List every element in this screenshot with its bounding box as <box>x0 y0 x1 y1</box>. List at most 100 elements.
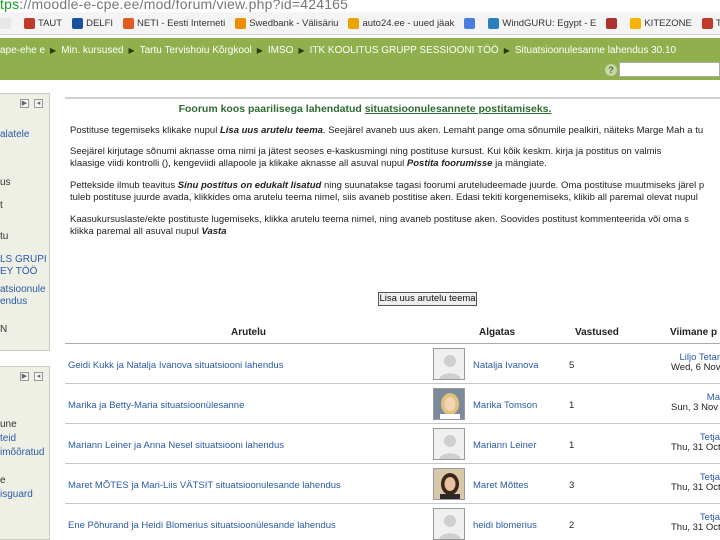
last-post-date-link[interactable]: Thu, 31 Oct <box>671 522 720 533</box>
bookmark-item[interactable] <box>606 17 620 29</box>
bookmark-item[interactable] <box>0 17 14 29</box>
bookmark-item[interactable]: DELFI <box>72 17 114 29</box>
add-discussion-button[interactable]: Lisa uus arutelu teema <box>378 292 477 306</box>
sidebar-item: t <box>0 200 3 211</box>
sidebar-item[interactable]: endus <box>0 296 27 307</box>
sidebar-item[interactable]: imõõratud <box>0 447 44 458</box>
breadcrumb-link[interactable]: ITK KOOLITUS GRUPP SESSIOONI TÖÖ <box>310 45 499 56</box>
intro-emphasis: Lisa uus arutelu teema <box>219 125 323 136</box>
intro-text: Postituse tegemiseks klikake nupul <box>70 125 218 136</box>
breadcrumb-link[interactable]: Tartu Tervishoiu Kõrgkool <box>140 45 252 56</box>
bookmark-favicon-icon <box>348 17 360 29</box>
replies-count: 1 <box>569 440 575 451</box>
bookmark-item[interactable]: Swedbank - Välisäriu <box>235 17 339 29</box>
breadcrumb: ape-ehe e ▶ Min. kursused ▶ Tartu Tervishoiu… <box>0 43 676 57</box>
intro-text: ja mängiate. <box>495 158 547 169</box>
bookmark-item[interactable]: auto24.ee - uued jäak <box>348 17 454 29</box>
last-post-date-link[interactable]: Thu, 31 Oct <box>671 482 720 493</box>
bookmark-label: TAUT <box>38 17 63 29</box>
sidebar-item: N <box>0 324 8 335</box>
bookmark-favicon-icon <box>123 17 135 29</box>
bookmark-favicon-icon <box>24 17 35 29</box>
block-hide-icon[interactable]: ▶ <box>20 99 29 108</box>
sidebar-item[interactable]: teid <box>0 433 16 444</box>
discussion-topic-link[interactable]: Geidi Kukk ja Natalja Ivanova situatsioo… <box>68 360 283 371</box>
table-row: Geidi Kukk ja Natalja Ivanova situatsioo… <box>65 344 720 384</box>
bookmark-label: DELFI <box>86 17 114 29</box>
breadcrumb-link[interactable]: Situatsioonulesanne lahendus 30.10 <box>515 45 676 56</box>
sidebar-item: tu <box>0 231 9 242</box>
intro-text: Pettekside ilmub teavitus <box>70 180 176 191</box>
breadcrumb-link[interactable]: Min. kursused <box>61 45 123 56</box>
bookmark-favicon-icon <box>606 17 618 29</box>
block-hide-icon[interactable]: ▶ <box>20 372 29 381</box>
url-text: tps://moodle-e-cpe.ee/mod/forum/view.php… <box>0 0 348 12</box>
block-dock-icon[interactable]: ◂ <box>34 372 43 381</box>
search-input[interactable] <box>619 62 720 77</box>
discussion-topic-link[interactable]: Mariann Leiner ja Anna Nesel situatsioon… <box>68 440 284 451</box>
bookmark-favicon-icon <box>630 17 642 29</box>
block-dock-icon[interactable]: ◂ <box>34 99 43 108</box>
sidebar-item[interactable]: atsioonule <box>0 284 46 295</box>
bookmark-item[interactable]: Trip.ee | <box>701 17 720 29</box>
sidebar-block-settings: ▶ ◂ une teid imõõratud e isguard <box>0 366 50 540</box>
last-post-date-link[interactable]: Wed, 6 Nov <box>671 362 720 373</box>
replies-count: 2 <box>569 520 575 531</box>
avatar[interactable] <box>433 508 465 540</box>
table-header: Arutelu Algatas Vastused Viimane p <box>65 320 720 344</box>
address-bar[interactable]: tps://moodle-e-cpe.ee/mod/forum/view.php… <box>0 0 720 12</box>
last-post-date-link[interactable]: Thu, 31 Oct <box>671 442 720 453</box>
intro-text: tuleb postituse juurde avada, klikkides … <box>70 192 698 203</box>
bookmark-item[interactable]: TAUT <box>24 17 63 29</box>
avatar[interactable] <box>433 348 465 380</box>
table-row: Maret MÕTES ja Mari-Liis VÄTSIT situatsi… <box>65 464 720 504</box>
discussion-topic-link[interactable]: Maret MÕTES ja Mari-Liis VÄTSIT situatsi… <box>68 480 341 491</box>
discussion-topic-link[interactable]: Ene Põhurand ja Heidi Blomerius situatsi… <box>68 520 336 531</box>
bookmark-item[interactable] <box>464 17 478 29</box>
avatar[interactable] <box>433 388 465 420</box>
sidebar-block-navigation: ▶ ◂ alatele us t tu LS GRUPI EY TÖÖ atsioonule… <box>0 93 50 351</box>
author-link[interactable]: Marika Tomson <box>473 400 537 411</box>
author-link[interactable]: Mariann Leiner <box>473 440 536 451</box>
table-row: Mariann Leiner ja Anna Nesel situatsioon… <box>65 424 720 464</box>
bookmark-item[interactable]: NETI - Eesti Interneti <box>123 17 225 29</box>
column-header-topic[interactable]: Arutelu <box>231 327 266 338</box>
intro-text: Kaasukursuslaste/ekte postituste lugemis… <box>70 214 689 225</box>
column-header-replies[interactable]: Vastused <box>575 327 619 338</box>
breadcrumb-link[interactable]: ape-ehe e <box>0 45 45 56</box>
column-header-last-post[interactable]: Viimane p <box>670 327 717 338</box>
column-header-author[interactable]: Algatas <box>479 327 515 338</box>
intro-paragraph-3: Pettekside ilmub teavitus Sinu postitus … <box>70 180 704 204</box>
author-link[interactable]: heidi blomerius <box>473 520 537 531</box>
last-post-date-link[interactable]: Sun, 3 Nov <box>671 402 720 413</box>
bookmark-favicon-icon <box>0 17 11 29</box>
url-rest: ://moodle-e-cpe.ee/mod/forum/view.php?id… <box>19 0 349 12</box>
sidebar-item[interactable]: alatele <box>0 129 29 140</box>
intro-emphasis: Sinu postitus on edukalt lisatud <box>177 180 322 191</box>
breadcrumb-separator-icon: ▶ <box>128 45 135 55</box>
bookmark-item[interactable]: KITEZONE <box>630 17 692 29</box>
avatar[interactable] <box>433 428 465 460</box>
breadcrumb-separator-icon: ▶ <box>256 45 263 55</box>
bookmark-item[interactable]: WindGURU: Egypt - E <box>488 17 596 29</box>
replies-count: 5 <box>569 360 575 371</box>
bookmark-label: Swedbank - Välisäriu <box>249 17 339 29</box>
replies-count: 3 <box>569 480 575 491</box>
author-link[interactable]: Natalja Ivanova <box>473 360 538 371</box>
sidebar-item: us <box>0 177 11 188</box>
discussion-topic-link[interactable]: Marika ja Betty-Maria situatsioonülesann… <box>68 400 244 411</box>
bookmark-label: KITEZONE <box>644 17 692 29</box>
help-icon[interactable]: ? <box>605 64 617 76</box>
sidebar-item[interactable]: LS GRUPI <box>0 254 47 265</box>
intro-title-text: Foorum koos paarilisega lahendatud <box>178 103 362 115</box>
intro-paragraph-2: Seejärel kirjutage sõnumi aknasse oma ni… <box>70 146 661 170</box>
sidebar-item[interactable]: EY TÖÖ <box>0 266 37 277</box>
sidebar-item[interactable]: isguard <box>0 489 33 500</box>
avatar[interactable] <box>433 468 465 500</box>
forum-intro-title: Foorum koos paarilisega lahendatud situa… <box>65 103 665 115</box>
author-link[interactable]: Maret Mõttes <box>473 480 528 491</box>
bookmark-favicon-icon <box>488 17 500 29</box>
breadcrumb-link[interactable]: IMSO <box>268 45 294 56</box>
replies-count: 1 <box>569 400 575 411</box>
intro-title-highlight: situatsioonulesannete postitamiseks. <box>364 103 552 115</box>
